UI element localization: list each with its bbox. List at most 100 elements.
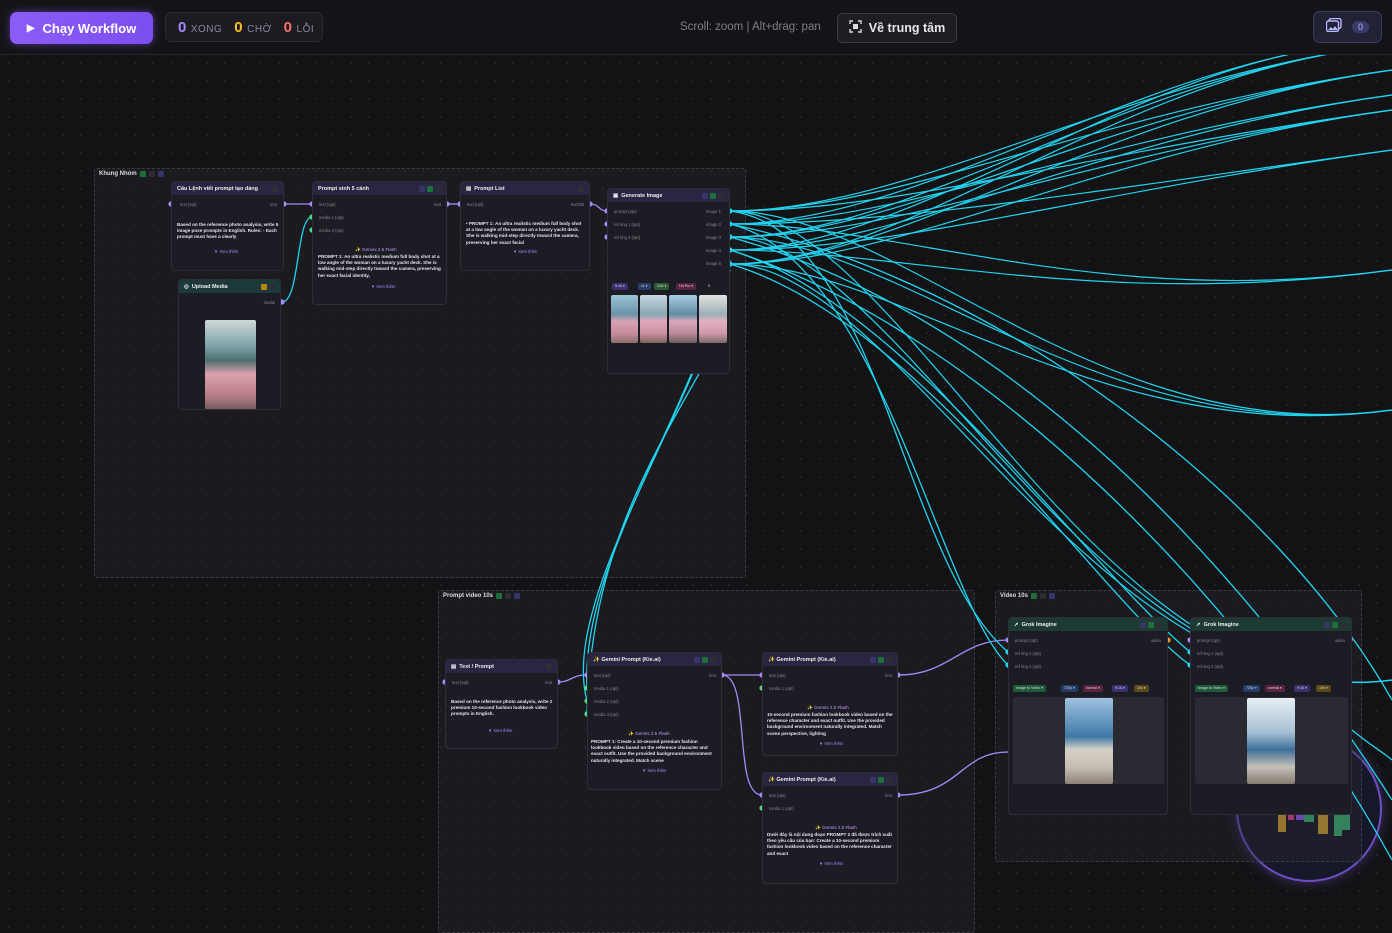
count-select[interactable]: x1 ▾ xyxy=(638,283,651,290)
chevron-icon[interactable] xyxy=(1156,621,1162,628)
run-workflow-button[interactable]: ▶ Chạy Workflow xyxy=(10,12,153,44)
node-header[interactable]: Prompt sinh 5 cảnh xyxy=(313,182,446,195)
chevron-icon[interactable] xyxy=(148,171,155,177)
node-header[interactable]: ◎ Upload Media xyxy=(179,280,280,293)
sparkle-icon[interactable] xyxy=(870,776,876,783)
play-icon[interactable] xyxy=(139,171,146,177)
settings-icon[interactable] xyxy=(1048,593,1055,599)
sparkle-icon[interactable] xyxy=(419,185,425,192)
motion-select[interactable]: normal ▾ xyxy=(1083,685,1103,692)
chevron-icon[interactable] xyxy=(710,656,716,663)
chevron-icon[interactable] xyxy=(886,776,892,783)
node-header[interactable]: ✨ Gemini Prompt (Kie.ai) xyxy=(763,653,897,666)
generated-image-1[interactable] xyxy=(611,295,638,343)
chevron-icon[interactable] xyxy=(505,593,512,599)
uploaded-photo[interactable] xyxy=(205,320,256,409)
gallery-button[interactable]: 0 xyxy=(1313,11,1382,43)
node-text: • PROMPT 1: An ultra realistic medium fu… xyxy=(466,221,582,245)
port-label: media 3 (opt) xyxy=(594,712,619,717)
play-icon[interactable] xyxy=(496,593,503,599)
port-label: text xyxy=(885,793,892,798)
see-more-link[interactable]: ▼ Xem thêm xyxy=(819,741,843,746)
see-more-link[interactable]: ▼ Xem thêm xyxy=(642,768,666,773)
chevron-icon[interactable] xyxy=(718,192,724,199)
duration-select[interactable]: 10s ▾ xyxy=(1316,685,1331,692)
settings-icon[interactable] xyxy=(157,171,164,177)
node-gemini-prompt-2[interactable]: ✨ Gemini Prompt (Kie.ai) text (opt) medi… xyxy=(762,652,898,756)
play-icon[interactable] xyxy=(878,656,884,663)
play-icon[interactable] xyxy=(702,656,708,663)
chevron-icon[interactable] xyxy=(886,656,892,663)
chevron-icon[interactable] xyxy=(435,185,441,192)
node-generate-image[interactable]: ▣ Generate Image prompt (opt) ref img 1 (… xyxy=(607,188,730,374)
node-header[interactable]: Câu Lệnh viết prompt tạo dáng xyxy=(172,182,283,195)
aspect-select[interactable]: 9:16 ▾ xyxy=(1294,685,1310,692)
quality-select[interactable]: Gốc ▾ xyxy=(654,283,670,290)
node-grok-imagine-1[interactable]: ➚ Grok Imagine prompt (opt) ref img 1 (op… xyxy=(1008,617,1168,815)
see-more-link[interactable]: ▼ Xem thêm xyxy=(513,249,537,254)
node-prompt-5-canh[interactable]: Prompt sinh 5 cảnh text (opt) media 1 (o… xyxy=(312,181,447,305)
chevron-icon[interactable] xyxy=(272,185,278,192)
node-gemini-prompt-3[interactable]: ✨ Gemini Prompt (Kie.ai) text (opt) medi… xyxy=(762,772,898,884)
port-label: text xyxy=(434,202,441,207)
recenter-button[interactable]: Về trung tâm xyxy=(837,13,957,43)
model-select[interactable]: Hd-Pro ▾ xyxy=(676,283,697,290)
run-icon[interactable] xyxy=(1332,621,1338,628)
run-icon[interactable] xyxy=(1148,621,1154,628)
chevron-icon[interactable] xyxy=(578,185,584,192)
aspect-select[interactable]: 9:16 ▾ xyxy=(612,283,628,290)
sparkle-icon[interactable] xyxy=(694,656,700,663)
port-label: text (opt) xyxy=(769,673,786,678)
node-header[interactable]: ▤ Prompt List xyxy=(461,182,589,195)
port-label: text (opt) xyxy=(594,673,611,678)
see-more-link[interactable]: ▼ Xem thêm xyxy=(488,728,512,733)
port-label: media xyxy=(263,300,275,305)
play-icon[interactable] xyxy=(710,192,716,199)
sparkle-icon[interactable] xyxy=(870,656,876,663)
generated-image-2[interactable] xyxy=(640,295,667,343)
play-icon[interactable] xyxy=(1324,621,1330,628)
port-label: ref img 2 (opt) xyxy=(614,235,641,240)
node-header[interactable]: ▤ Text / Prompt xyxy=(446,660,557,673)
node-header[interactable]: ✨ Gemini Prompt (Kie.ai) xyxy=(763,773,897,786)
mode-select[interactable]: Image to Video ▾ xyxy=(1013,685,1046,692)
node-header[interactable]: ➚ Grok Imagine xyxy=(1009,618,1167,631)
resolution-select[interactable]: 720p ▾ xyxy=(1243,685,1260,692)
play-icon[interactable] xyxy=(878,776,884,783)
node-gemini-prompt-1[interactable]: ✨ Gemini Prompt (Kie.ai) text (opt) medi… xyxy=(587,652,722,790)
chevron-icon[interactable] xyxy=(269,283,275,290)
see-more-link[interactable]: ▼ Xem thêm xyxy=(214,249,238,254)
generated-image-4[interactable] xyxy=(699,295,727,343)
port-label: text (opt) xyxy=(467,202,484,207)
video-thumbnail[interactable] xyxy=(1247,698,1295,784)
chevron-icon[interactable] xyxy=(1340,621,1346,628)
chevron-icon[interactable] xyxy=(546,663,552,670)
play-icon[interactable] xyxy=(1030,593,1037,599)
node-title: Câu Lệnh viết prompt tạo dáng xyxy=(177,185,258,192)
see-more-link[interactable]: ▼ Xem thêm xyxy=(819,861,843,866)
node-prompt-list[interactable]: ▤ Prompt List text (opt) text/list • PROM… xyxy=(460,181,590,271)
resolution-select[interactable]: 720p ▾ xyxy=(1061,685,1078,692)
play-icon[interactable] xyxy=(1140,621,1146,628)
mode-select[interactable]: Image to Video ▾ xyxy=(1195,685,1228,692)
node-grok-imagine-2[interactable]: ➚ Grok Imagine prompt (opt) ref img 1 (op… xyxy=(1190,617,1352,815)
generated-image-3[interactable] xyxy=(669,295,697,343)
motion-select[interactable]: normal ▾ xyxy=(1265,685,1285,692)
node-text-prompt[interactable]: ▤ Text / Prompt text (opt) text Based on … xyxy=(445,659,558,749)
chevron-icon[interactable] xyxy=(1039,593,1046,599)
video-thumbnail[interactable] xyxy=(1065,698,1113,784)
duration-select[interactable]: 10s ▾ xyxy=(1134,685,1149,692)
port-label: ref img 2 (opt) xyxy=(1015,664,1042,669)
node-upload-media[interactable]: ◎ Upload Media media xyxy=(178,279,281,410)
play-icon[interactable] xyxy=(427,185,433,192)
node-header[interactable]: ✨ Gemini Prompt (Kie.ai) xyxy=(588,653,721,666)
see-more-link[interactable]: ▼ Xem thêm xyxy=(371,284,395,289)
node-header[interactable]: ➚ Grok Imagine xyxy=(1191,618,1351,631)
settings-icon[interactable] xyxy=(514,593,521,599)
aspect-select[interactable]: 9:16 ▾ xyxy=(1112,685,1128,692)
node-header[interactable]: ▣ Generate Image xyxy=(608,189,729,202)
folder-icon[interactable] xyxy=(261,283,267,290)
node-cau-lenh[interactable]: Câu Lệnh viết prompt tạo dáng text (opt)… xyxy=(171,181,284,271)
status-done: 0 XONG xyxy=(178,19,222,36)
sparkle-icon[interactable] xyxy=(702,192,708,199)
